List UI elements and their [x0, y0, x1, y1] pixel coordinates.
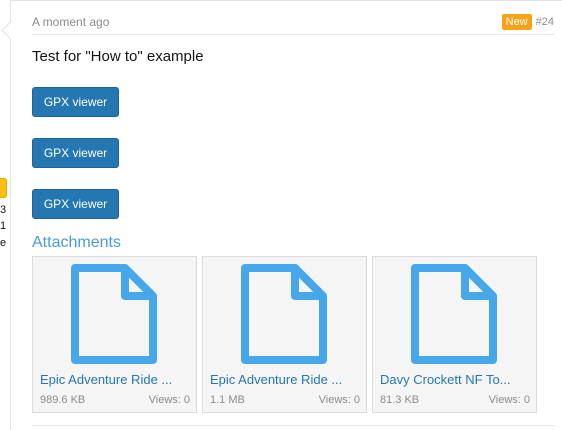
attachment-name-link[interactable]: Davy Crockett NF To... [380, 372, 530, 387]
user-stat-fragment: 3 [0, 204, 7, 216]
user-stat-fragment: 1 [0, 220, 7, 232]
attachment-card[interactable]: Davy Crockett NF To... 81.3 KB Views: 0 [372, 256, 537, 413]
gpx-viewer-button[interactable]: GPX viewer [32, 138, 119, 168]
user-info-column: 3 1 e [0, 0, 11, 430]
message-top-border [10, 0, 562, 5]
attachment-views: Views: 0 [318, 394, 360, 406]
attachment-size: 989.6 KB [40, 394, 86, 406]
attachment-size: 1.1 MB [210, 394, 245, 406]
gpx-viewer-button[interactable]: GPX viewer [32, 87, 119, 117]
file-icon[interactable] [239, 262, 329, 366]
gpx-viewer-button[interactable]: GPX viewer [32, 189, 119, 219]
new-badge: New [501, 14, 532, 30]
user-stat-fragment: e [0, 237, 7, 249]
attachment-card[interactable]: Epic Adventure Ride ... 1.1 MB Views: 0 [202, 256, 367, 413]
file-icon[interactable] [409, 262, 499, 366]
attachment-views: Views: 0 [148, 394, 190, 406]
attachment-size: 81.3 KB [380, 394, 420, 406]
attachment-card[interactable]: Epic Adventure Ride ... 989.6 KB Views: … [32, 256, 197, 413]
post-number-link[interactable]: #24 [536, 16, 554, 28]
message-body-text: Test for "How to" example [32, 48, 204, 65]
attachment-views: Views: 0 [488, 394, 530, 406]
attribution-right: New #24 [501, 14, 554, 30]
user-banner-badge [0, 178, 7, 198]
message-footer-divider [32, 425, 554, 426]
attachment-name-link[interactable]: Epic Adventure Ride ... [210, 372, 360, 387]
attachments-heading: Attachments [32, 234, 121, 251]
attachment-name-link[interactable]: Epic Adventure Ride ... [40, 372, 190, 387]
message-view: 3 1 e A moment ago New #24 Test for "How… [0, 0, 562, 430]
message-attribution: A moment ago New #24 [32, 14, 554, 35]
post-timestamp[interactable]: A moment ago [32, 15, 109, 29]
file-icon[interactable] [69, 262, 159, 366]
